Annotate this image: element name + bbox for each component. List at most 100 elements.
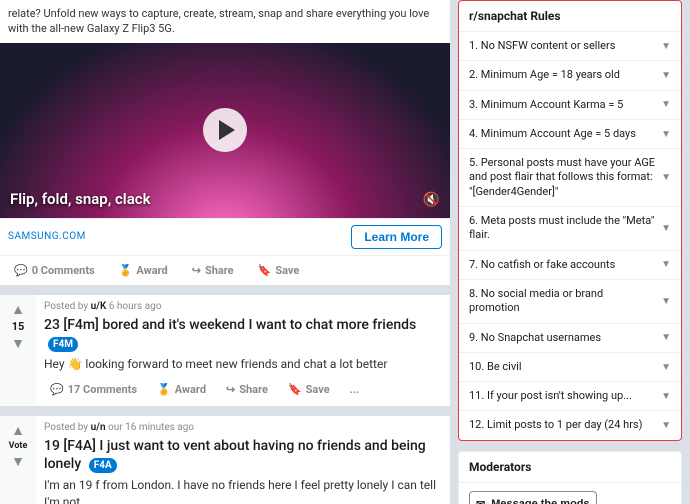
award-label: Award: [136, 264, 167, 277]
rule-text-5: 5. Personal posts must have your AGE and…: [469, 156, 661, 199]
post-1-meta: Posted by u/K 6 hours ago: [44, 301, 442, 312]
message-mods-label: Message the mods: [491, 498, 589, 504]
rule-item-12[interactable]: 12. Limit posts to 1 per day (24 hrs) ▼: [459, 411, 681, 439]
chevron-icon-1: ▼: [661, 41, 671, 52]
comments-button[interactable]: 💬 0 Comments: [8, 260, 101, 281]
comments-icon: 💬: [14, 264, 28, 277]
vote-count-1: 15: [12, 320, 25, 333]
post-1-comments-label: 17 Comments: [68, 383, 137, 396]
rule-text-4: 4. Minimum Account Age = 5 days: [469, 127, 661, 141]
chevron-icon-5: ▼: [661, 172, 671, 183]
rule-text-12: 12. Limit posts to 1 per day (24 hrs): [469, 418, 661, 432]
downvote-button-2[interactable]: ▼: [11, 453, 25, 470]
save-button[interactable]: 🔖 Save: [252, 260, 306, 281]
comments-icon-1: 💬: [50, 383, 64, 396]
right-column: r/snapchat Rules 1. No NSFW content or s…: [450, 0, 690, 504]
chevron-icon-6: ▼: [661, 223, 671, 234]
rules-box: r/snapchat Rules 1. No NSFW content or s…: [458, 0, 682, 441]
mods-box: Moderators ✉ Message the mods u/PsychoSm…: [458, 451, 682, 504]
rule-item-5[interactable]: 5. Personal posts must have your AGE and…: [459, 149, 681, 207]
chevron-icon-8: ▼: [661, 296, 671, 307]
share-icon: ↪: [192, 264, 201, 277]
post-2-title: 19 [F4A] I just want to vent about havin…: [44, 437, 442, 473]
post-2-body: Posted by u/n our 16 minutes ago 19 [F4A…: [36, 416, 450, 504]
post-1-share[interactable]: ↪ Share: [220, 379, 274, 400]
rules-list: 1. No NSFW content or sellers ▼ 2. Minim…: [459, 32, 681, 440]
downvote-button-1[interactable]: ▼: [11, 335, 25, 352]
rule-text-6: 6. Meta posts must include the "Meta" fl…: [469, 214, 661, 243]
rule-item-8[interactable]: 8. No social media or brand promotion ▼: [459, 280, 681, 324]
post-1-flair: F4M: [48, 337, 78, 352]
upvote-button-2[interactable]: ▲: [11, 422, 25, 439]
post-2-text: I'm an 19 f from London. I have no frien…: [44, 477, 442, 504]
rule-item-9[interactable]: 9. No Snapchat usernames ▼: [459, 324, 681, 353]
share-icon-1: ↪: [226, 383, 235, 396]
rule-item-10[interactable]: 10. Be civil ▼: [459, 353, 681, 382]
post-1-comments[interactable]: 💬 17 Comments: [44, 379, 143, 400]
ad-video-caption: Flip, fold, snap, clack: [10, 190, 151, 208]
share-button[interactable]: ↪ Share: [186, 260, 240, 281]
post-2-flair: F4A: [89, 458, 117, 473]
chevron-icon-4: ▼: [661, 129, 671, 140]
ad-actions: 💬 0 Comments 🏅 Award ↪ Share 🔖 Save: [0, 255, 450, 285]
post-1-text: Hey 👋 looking forward to meet new friend…: [44, 356, 442, 373]
rules-header: r/snapchat Rules: [459, 1, 681, 32]
play-button[interactable]: [203, 108, 247, 152]
post-2: ▲ Vote ▼ Posted by u/n our 16 minutes ag…: [0, 416, 450, 504]
chevron-icon-9: ▼: [661, 332, 671, 343]
mail-icon: ✉: [476, 498, 485, 504]
rule-item-11[interactable]: 11. If your post isn't showing up... ▼: [459, 382, 681, 411]
left-column: relate? Unfold new ways to capture, crea…: [0, 0, 450, 504]
volume-icon[interactable]: 🔇: [423, 192, 440, 208]
post-1-vote: ▲ 15 ▼: [0, 295, 36, 406]
ad-post: relate? Unfold new ways to capture, crea…: [0, 0, 450, 285]
rule-item-7[interactable]: 7. No catfish or fake accounts ▼: [459, 251, 681, 280]
chevron-icon-11: ▼: [661, 391, 671, 402]
post-1-user[interactable]: u/K: [91, 301, 107, 312]
award-icon: 🏅: [119, 264, 133, 277]
rule-text-3: 3. Minimum Account Karma = 5: [469, 98, 661, 112]
rule-text-9: 9. No Snapchat usernames: [469, 331, 661, 345]
learn-more-button[interactable]: Learn More: [351, 225, 442, 249]
chevron-icon-12: ▼: [661, 420, 671, 431]
rule-text-1: 1. No NSFW content or sellers: [469, 39, 661, 53]
mods-header: Moderators: [459, 452, 681, 483]
rule-text-7: 7. No catfish or fake accounts: [469, 258, 661, 272]
chevron-icon-7: ▼: [661, 259, 671, 270]
post-2-user[interactable]: u/n: [91, 422, 106, 433]
ad-video[interactable]: Flip, fold, snap, clack 🔇: [0, 43, 450, 218]
rule-text-2: 2. Minimum Age = 18 years old: [469, 68, 661, 82]
rule-item-3[interactable]: 3. Minimum Account Karma = 5 ▼: [459, 91, 681, 120]
rule-text-11: 11. If your post isn't showing up...: [469, 389, 661, 403]
post-1-actions: 💬 17 Comments 🏅 Award ↪ Share 🔖 Save ...: [44, 379, 442, 400]
rule-item-2[interactable]: 2. Minimum Age = 18 years old ▼: [459, 61, 681, 90]
share-label: Share: [205, 264, 234, 277]
post-2-meta: Posted by u/n our 16 minutes ago: [44, 422, 442, 433]
ad-description: relate? Unfold new ways to capture, crea…: [0, 0, 450, 43]
bookmark-icon: 🔖: [258, 264, 272, 277]
post-1-save[interactable]: 🔖 Save: [282, 379, 336, 400]
post-1-body: Posted by u/K 6 hours ago 23 [F4m] bored…: [36, 295, 450, 406]
rule-item-4[interactable]: 4. Minimum Account Age = 5 days ▼: [459, 120, 681, 149]
post-2-time: our 16 minutes ago: [108, 422, 194, 433]
post-1: ▲ 15 ▼ Posted by u/K 6 hours ago 23 [F4m…: [0, 295, 450, 406]
rule-item-1[interactable]: 1. No NSFW content or sellers ▼: [459, 32, 681, 61]
save-label: Save: [275, 264, 299, 277]
post-1-more[interactable]: ...: [344, 379, 366, 400]
rule-item-6[interactable]: 6. Meta posts must include the "Meta" fl…: [459, 207, 681, 251]
rule-text-10: 10. Be civil: [469, 360, 661, 374]
post-1-time: 6 hours ago: [109, 301, 162, 312]
ad-text: relate? Unfold new ways to capture, crea…: [8, 6, 442, 37]
post-1-award[interactable]: 🏅 Award: [151, 379, 212, 400]
comments-label: 0 Comments: [32, 264, 95, 277]
vote-count-2: Vote: [9, 441, 28, 451]
post-2-vote: ▲ Vote ▼: [0, 416, 36, 504]
message-mods-button[interactable]: ✉ Message the mods: [469, 491, 597, 504]
save-icon-1: 🔖: [288, 383, 302, 396]
award-button[interactable]: 🏅 Award: [113, 260, 174, 281]
upvote-button-1[interactable]: ▲: [11, 301, 25, 318]
post-1-title: 23 [F4m] bored and it's weekend I want t…: [44, 316, 442, 352]
rule-text-8: 8. No social media or brand promotion: [469, 287, 661, 316]
ad-post-bottom: SAMSUNG.COM Learn More: [0, 218, 450, 255]
chevron-icon-2: ▼: [661, 70, 671, 81]
